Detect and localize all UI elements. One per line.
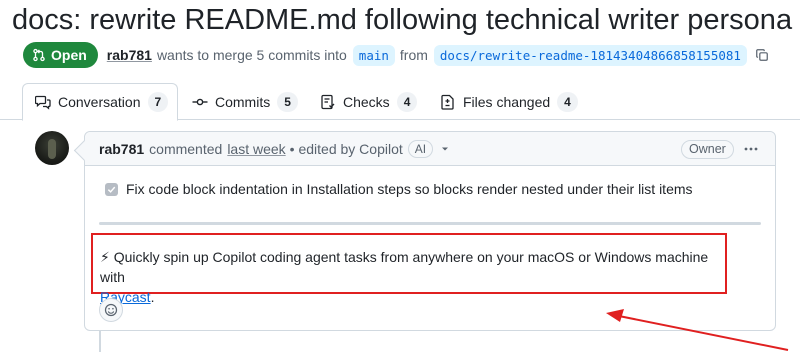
checklist-icon: [321, 94, 335, 109]
pr-meta-row: Open rab781 wants to merge 5 commits int…: [23, 42, 769, 68]
comment-author[interactable]: rab781: [99, 141, 144, 157]
pr-author-link[interactable]: rab781: [107, 47, 152, 63]
tab-conversation-count: 7: [147, 92, 169, 112]
comment-header: rab781 commented last week • edited by C…: [85, 132, 775, 166]
tab-checks[interactable]: Checks 4: [320, 83, 418, 120]
pr-tabs: Conversation 7 Commits 5 Checks 4 Files …: [0, 83, 800, 121]
promo-end: .: [150, 289, 155, 305]
comment-edited[interactable]: • edited by Copilot: [290, 141, 403, 157]
head-branch[interactable]: docs/rewrite-readme-18143404866858155081: [433, 44, 747, 66]
tab-commits-label: Commits: [215, 93, 271, 110]
annotation-arrow-icon: [606, 309, 789, 351]
promo-annotation-box: ⚡ Quickly spin up Copilot coding agent t…: [91, 233, 727, 305]
git-commit-icon: [192, 98, 208, 105]
copy-icon[interactable]: [755, 48, 769, 62]
pr-state-badge: Open: [23, 42, 98, 68]
pr-title: docs: rewrite README.md following techni…: [12, 4, 793, 36]
tab-files-changed-count: 4: [557, 91, 578, 112]
timeline-line: [99, 331, 101, 352]
ai-badge: AI: [407, 139, 434, 158]
file-diff-icon: [441, 94, 454, 110]
task-list-item: Fix code block indentation in Installati…: [105, 181, 693, 197]
tab-conversation[interactable]: Conversation 7: [22, 83, 178, 121]
tab-conversation-label: Conversation: [58, 94, 141, 110]
promo-text: ⚡ Quickly spin up Copilot coding agent t…: [100, 249, 709, 285]
owner-badge: Owner: [681, 140, 734, 159]
add-reaction-button[interactable]: [99, 298, 123, 322]
smiley-icon: [104, 303, 118, 317]
tab-checks-count: 4: [396, 91, 418, 112]
git-pull-request-icon: [33, 48, 45, 62]
pr-state-label: Open: [51, 47, 87, 63]
comment-discussion-icon: [35, 95, 51, 110]
horizontal-rule: [99, 222, 761, 225]
tab-commits-count: 5: [277, 91, 298, 112]
task-item-text: Fix code block indentation in Installati…: [126, 181, 693, 197]
tab-files-changed[interactable]: Files changed 4: [440, 83, 578, 120]
tab-commits[interactable]: Commits 5: [192, 83, 298, 120]
task-checkbox[interactable]: [105, 182, 118, 196]
avatar[interactable]: [35, 131, 69, 165]
comment-action: commented: [149, 140, 223, 157]
chevron-down-icon[interactable]: [440, 144, 450, 154]
tab-files-changed-label: Files changed: [463, 93, 551, 110]
from-text: from: [399, 47, 428, 63]
tab-checks-label: Checks: [343, 93, 390, 110]
merge-text: wants to merge 5 commits into: [156, 47, 347, 63]
base-branch[interactable]: main: [352, 44, 395, 66]
kebab-menu-icon[interactable]: [741, 139, 761, 159]
comment-time[interactable]: last week: [227, 141, 285, 157]
